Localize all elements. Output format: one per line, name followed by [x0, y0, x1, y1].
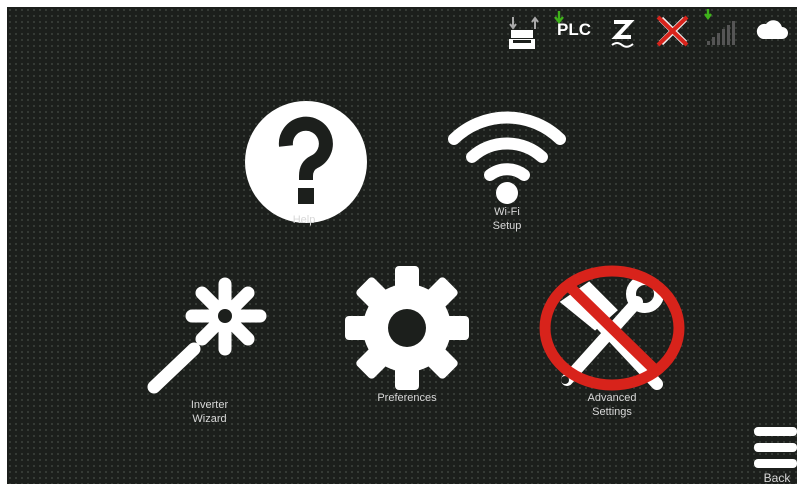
disconnected-icon — [656, 15, 689, 47]
advanced-label-line2: Settings — [592, 406, 632, 418]
inverter-wizard-button[interactable]: Inverter Wizard — [142, 269, 277, 425]
zigbee-icon — [611, 20, 635, 48]
wifi-label-line2: Setup — [492, 220, 522, 232]
home-screen: PLC Help Wi-Fi Setup Inverter Wizard Pre… — [7, 7, 797, 484]
magic-wand-icon — [147, 277, 267, 394]
back-button[interactable]: Back — [752, 422, 797, 484]
advanced-settings-button[interactable]: Advanced Settings — [537, 262, 687, 424]
inverter-label-line1: Inverter — [190, 399, 229, 411]
help-label: Help — [292, 214, 316, 226]
back-label: Back — [763, 471, 791, 484]
cloud-icon — [756, 20, 788, 39]
wifi-label-line1: Wi-Fi — [494, 206, 520, 218]
signal-strength-icon — [704, 9, 735, 45]
wifi-icon — [448, 111, 566, 204]
advanced-label-line1: Advanced — [587, 392, 637, 404]
preferences-label: Preferences — [377, 392, 437, 404]
help-button[interactable]: Help — [239, 97, 369, 232]
preferences-button[interactable]: Preferences — [342, 265, 472, 415]
gear-icon — [345, 266, 469, 390]
network-transfer-icon — [509, 16, 539, 49]
help-icon — [245, 101, 367, 223]
hamburger-menu-icon — [754, 427, 797, 468]
tools-disabled-icon — [539, 265, 685, 391]
plc-icon: PLC — [557, 20, 591, 39]
inverter-label-line2: Wizard — [192, 413, 227, 425]
wifi-setup-button[interactable]: Wi-Fi Setup — [442, 99, 572, 234]
